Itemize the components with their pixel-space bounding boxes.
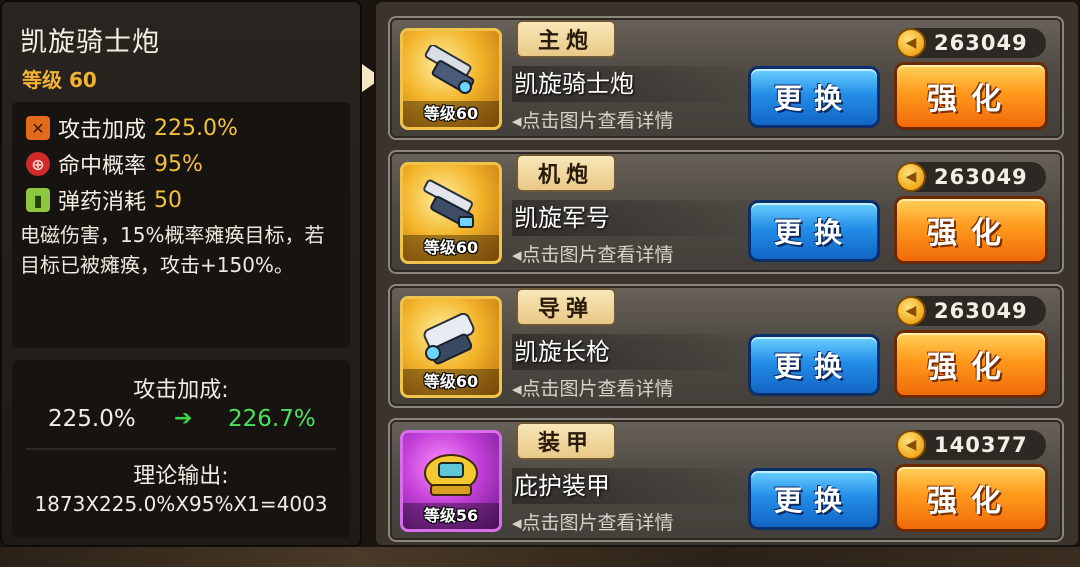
item-hint: ◂点击图片查看详情 xyxy=(512,244,674,266)
stat-label: 弹药消耗 xyxy=(58,190,147,215)
price-box: ◀ 140377 xyxy=(896,430,1046,460)
stat-value: 225.0% xyxy=(154,115,238,141)
background-strip xyxy=(0,547,1080,567)
ammo-icon: ▮ xyxy=(26,188,50,212)
stat-attack: ✕ 攻击加成 225.0% xyxy=(26,112,238,144)
upgrade-cost: 140377 xyxy=(934,433,1028,457)
upgrade-button[interactable]: 强化 xyxy=(894,464,1048,532)
stat-value: 50 xyxy=(154,187,183,213)
item-hint: ◂点击图片查看详情 xyxy=(512,110,674,132)
missile-launcher-icon xyxy=(423,313,475,365)
stat-label: 攻击加成 xyxy=(58,118,147,143)
weapon-name: 凯旋骑士炮 xyxy=(20,27,160,58)
item-level: 等级56 xyxy=(403,503,499,529)
attack-bonus-old: 225.0% xyxy=(48,406,136,432)
slot-type-tag: 装甲 xyxy=(516,422,616,460)
change-button[interactable]: 更换 xyxy=(748,334,880,396)
stat-label: 命中概率 xyxy=(58,154,147,179)
calc-box: 攻击加成: 225.0% ➔ 226.7% 理论输出: 1873X225.0%X… xyxy=(12,360,350,538)
equipment-slot-list: 等级60 主炮 凯旋骑士炮 ◂点击图片查看详情 ◀ 263049 更换 强化 等… xyxy=(374,0,1080,547)
attack-bonus-new: 226.7% xyxy=(228,406,316,432)
item-level: 等级60 xyxy=(403,101,499,127)
arrow-right-icon: ➔ xyxy=(174,406,193,431)
weapon-thumbnail[interactable]: 等级60 xyxy=(400,162,502,264)
coin-icon: ◀ xyxy=(896,162,926,192)
slot-type-tag: 导弹 xyxy=(516,288,616,326)
item-level: 等级60 xyxy=(403,235,499,261)
item-name: 凯旋长枪 xyxy=(512,334,762,370)
stat-value: 95% xyxy=(154,151,203,177)
item-hint: ◂点击图片查看详情 xyxy=(512,512,674,534)
attack-bonus-title: 攻击加成: xyxy=(133,378,229,403)
armor-thumbnail[interactable]: 等级56 xyxy=(400,430,502,532)
change-button[interactable]: 更换 xyxy=(748,468,880,530)
upgrade-button[interactable]: 强化 xyxy=(894,196,1048,264)
slot-card-main-cannon: 等级60 主炮 凯旋骑士炮 ◂点击图片查看详情 ◀ 263049 更换 强化 xyxy=(388,16,1064,140)
upgrade-cost: 263049 xyxy=(934,31,1028,55)
weapon-detail-panel: 凯旋骑士炮 等级 60 ✕ 攻击加成 225.0% ⊕ 命中概率 95% ▮ 弹… xyxy=(0,0,362,547)
upgrade-button[interactable]: 强化 xyxy=(894,330,1048,398)
attack-icon: ✕ xyxy=(26,116,50,140)
price-box: ◀ 263049 xyxy=(896,162,1046,192)
item-name: 凯旋军号 xyxy=(512,200,762,236)
stat-accuracy: ⊕ 命中概率 95% xyxy=(26,148,203,180)
weapon-thumbnail[interactable]: 等级60 xyxy=(400,296,502,398)
coin-icon: ◀ xyxy=(896,28,926,58)
slot-card-machine-gun: 等级60 机炮 凯旋军号 ◂点击图片查看详情 ◀ 263049 更换 强化 xyxy=(388,150,1064,274)
slot-card-missile: 等级60 导弹 凯旋长枪 ◂点击图片查看详情 ◀ 263049 更换 强化 xyxy=(388,284,1064,408)
machine-gun-icon xyxy=(423,179,474,228)
weapon-thumbnail[interactable]: 等级60 xyxy=(400,28,502,130)
slot-card-armor: 等级56 装甲 庇护装甲 ◂点击图片查看详情 ◀ 140377 更换 强化 xyxy=(388,418,1064,542)
item-hint: ◂点击图片查看详情 xyxy=(512,378,674,400)
slot-type-tag: 主炮 xyxy=(516,20,616,58)
item-name: 庇护装甲 xyxy=(512,468,762,504)
coin-icon: ◀ xyxy=(896,296,926,326)
weapon-description: 电磁伤害，15%概率瘫痪目标，若目标已被瘫痪，攻击+150%。 xyxy=(20,223,325,277)
price-box: ◀ 263049 xyxy=(896,28,1046,58)
stats-box: ✕ 攻击加成 225.0% ⊕ 命中概率 95% ▮ 弹药消耗 50 电磁伤害，… xyxy=(12,102,350,348)
item-level: 等级60 xyxy=(403,369,499,395)
change-button[interactable]: 更换 xyxy=(748,200,880,262)
change-button[interactable]: 更换 xyxy=(748,66,880,128)
armor-icon xyxy=(424,454,478,496)
item-name: 凯旋骑士炮 xyxy=(512,66,762,102)
divider xyxy=(26,448,336,450)
slot-type-tag: 机炮 xyxy=(516,154,616,192)
coin-icon: ◀ xyxy=(896,430,926,460)
stat-ammo: ▮ 弹药消耗 50 xyxy=(26,184,182,216)
upgrade-cost: 263049 xyxy=(934,165,1028,189)
output-title: 理论输出: xyxy=(133,464,229,489)
upgrade-button[interactable]: 强化 xyxy=(894,62,1048,130)
crosshair-icon: ⊕ xyxy=(26,152,50,176)
cannon-icon xyxy=(424,45,475,94)
upgrade-cost: 263049 xyxy=(934,299,1028,323)
weapon-level: 等级 60 xyxy=(22,68,97,92)
price-box: ◀ 263049 xyxy=(896,296,1046,326)
output-formula: 1873X225.0%X95%X1=4003 xyxy=(34,492,328,516)
